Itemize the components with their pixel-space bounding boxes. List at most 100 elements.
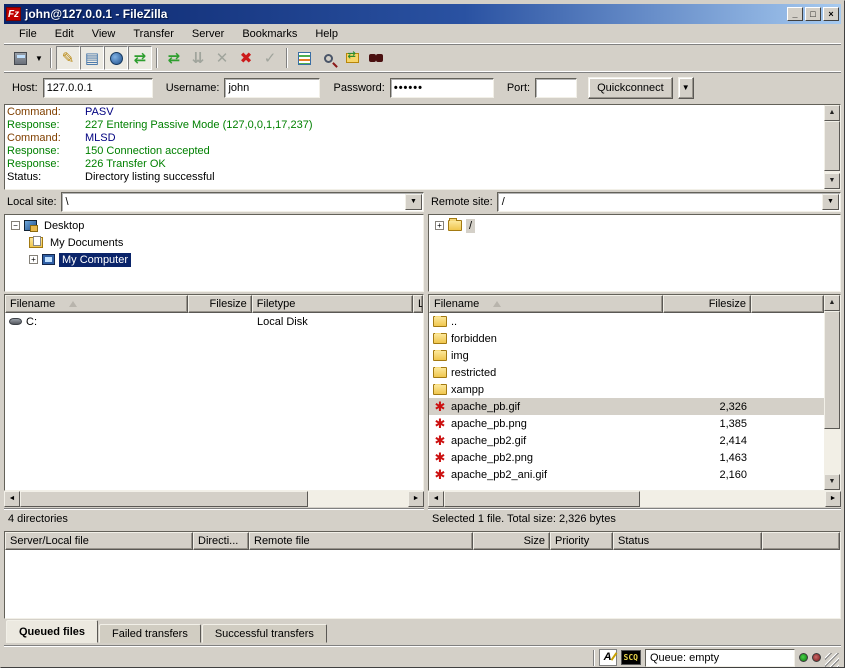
file-row[interactable]: restricted xyxy=(429,364,824,381)
column-remote-file[interactable]: Remote file xyxy=(249,532,473,550)
quickconnect-dropdown-icon[interactable]: ▼ xyxy=(678,77,694,99)
tree-item-root[interactable]: + / xyxy=(429,217,840,234)
file-row[interactable]: forbidden xyxy=(429,330,824,347)
column-priority[interactable]: Priority xyxy=(550,532,613,550)
directory-comparison-icon[interactable] xyxy=(292,46,316,70)
remote-vscrollbar[interactable]: ▲ ▼ xyxy=(824,295,840,490)
remote-hscrollbar[interactable]: ◄ ► xyxy=(428,491,841,507)
collapse-icon[interactable]: − xyxy=(11,221,20,230)
image-file-icon: ✱ xyxy=(433,452,447,463)
local-list-body[interactable]: C: Local Disk xyxy=(5,313,423,490)
file-row[interactable]: xampp xyxy=(429,381,824,398)
filter-icon[interactable] xyxy=(364,46,388,70)
expand-icon[interactable]: + xyxy=(29,255,38,264)
tab-queued-files[interactable]: Queued files xyxy=(6,620,98,643)
remote-site-combo[interactable]: / ▼ xyxy=(497,192,841,212)
scroll-down-icon[interactable]: ▼ xyxy=(824,474,840,490)
site-manager-dropdown-icon[interactable]: ▼ xyxy=(32,46,46,70)
column-filename[interactable]: Filename xyxy=(5,295,188,313)
resize-grip[interactable] xyxy=(825,653,839,667)
column-direction[interactable]: Directi... xyxy=(193,532,249,550)
process-queue-icon[interactable]: ⇊ xyxy=(186,46,210,70)
remote-list-body[interactable]: .. forbidden img restricted xampp ✱apach… xyxy=(429,313,824,490)
scroll-thumb[interactable] xyxy=(824,311,840,429)
tree-item-my-computer[interactable]: + My Computer xyxy=(5,251,423,268)
menu-bookmarks[interactable]: Bookmarks xyxy=(233,26,306,42)
statusbar-separator xyxy=(593,650,595,666)
tree-item-desktop[interactable]: − Desktop xyxy=(5,217,423,234)
scroll-thumb[interactable] xyxy=(20,491,308,507)
scroll-up-icon[interactable]: ▲ xyxy=(824,105,840,121)
quickconnect-button[interactable]: Quickconnect xyxy=(588,77,673,99)
scroll-right-icon[interactable]: ► xyxy=(408,491,424,507)
maximize-icon[interactable]: □ xyxy=(805,7,821,21)
file-row[interactable]: ✱apache_pb2_ani.gif2,160 xyxy=(429,466,824,483)
menu-edit[interactable]: Edit xyxy=(46,26,83,42)
cancel-operation-icon[interactable]: ✕ xyxy=(210,46,234,70)
column-filesize[interactable]: Filesize xyxy=(188,295,252,313)
transfer-type-ascii-icon[interactable]: A xyxy=(599,649,617,666)
scroll-left-icon[interactable]: ◄ xyxy=(428,491,444,507)
tab-successful-transfers[interactable]: Successful transfers xyxy=(202,624,327,643)
tab-failed-transfers[interactable]: Failed transfers xyxy=(99,624,201,643)
titlebar[interactable]: Fz john@127.0.0.1 - FileZilla _ □ × xyxy=(4,4,841,24)
local-file-list[interactable]: Filename Filesize Filetype L C: Local Di… xyxy=(4,294,424,491)
transfer-queue[interactable]: Server/Local file Directi... Remote file… xyxy=(4,531,841,619)
abort-icon[interactable]: ✓ xyxy=(258,46,282,70)
statusbar: A SCQ Queue: empty xyxy=(4,645,841,668)
minimize-icon[interactable]: _ xyxy=(787,7,803,21)
column-size[interactable]: Size xyxy=(473,532,550,550)
scroll-up-icon[interactable]: ▲ xyxy=(824,295,840,311)
menu-file[interactable]: File xyxy=(10,26,46,42)
toggle-message-log-icon[interactable]: ✎ xyxy=(56,46,80,70)
synchronized-browsing-icon[interactable] xyxy=(340,46,364,70)
file-row[interactable]: .. xyxy=(429,313,824,330)
scroll-down-icon[interactable]: ▼ xyxy=(824,173,840,189)
menu-server[interactable]: Server xyxy=(183,26,233,42)
site-manager-icon[interactable] xyxy=(8,46,32,70)
toggle-remote-tree-icon[interactable] xyxy=(104,46,128,70)
tree-item-my-documents[interactable]: My Documents xyxy=(5,234,423,251)
local-hscrollbar[interactable]: ◄ ► xyxy=(4,491,424,507)
file-row[interactable]: ✱apache_pb2.gif2,414 xyxy=(429,432,824,449)
log-scrollbar[interactable]: ▲ ▼ xyxy=(824,105,840,189)
column-filesize[interactable]: Filesize xyxy=(663,295,751,313)
disconnect-icon[interactable]: ✖ xyxy=(234,46,258,70)
find-files-icon[interactable] xyxy=(316,46,340,70)
file-row[interactable]: img xyxy=(429,347,824,364)
column-filetype[interactable]: Filetype xyxy=(252,295,413,313)
expand-icon[interactable]: + xyxy=(435,221,444,230)
username-input[interactable] xyxy=(224,78,320,98)
column-last-modified[interactable]: L xyxy=(413,295,423,313)
menu-transfer[interactable]: Transfer xyxy=(124,26,183,42)
scroll-thumb[interactable] xyxy=(824,121,840,171)
remote-tree[interactable]: + / xyxy=(428,214,841,292)
refresh-icon[interactable]: ⇄ xyxy=(162,46,186,70)
column-filename[interactable]: Filename xyxy=(429,295,663,313)
chevron-down-icon[interactable]: ▼ xyxy=(822,194,839,210)
password-input[interactable] xyxy=(390,78,494,98)
chevron-down-icon[interactable]: ▼ xyxy=(405,194,422,210)
column-status[interactable]: Status xyxy=(613,532,762,550)
toggle-local-tree-icon[interactable]: ▤ xyxy=(80,46,104,70)
speed-limit-badge[interactable]: SCQ xyxy=(621,650,641,665)
file-row[interactable]: ✱apache_pb.png1,385 xyxy=(429,415,824,432)
close-icon[interactable]: × xyxy=(823,7,839,21)
scroll-left-icon[interactable]: ◄ xyxy=(4,491,20,507)
menu-help[interactable]: Help xyxy=(306,26,347,42)
remote-file-list[interactable]: Filename Filesize .. forbidden img restr… xyxy=(428,294,841,491)
menu-view[interactable]: View xyxy=(83,26,125,42)
scroll-right-icon[interactable]: ► xyxy=(825,491,841,507)
local-tree[interactable]: − Desktop My Documents + My Computer xyxy=(4,214,424,292)
port-input[interactable] xyxy=(535,78,577,98)
scroll-thumb[interactable] xyxy=(444,491,640,507)
file-row-selected[interactable]: ✱apache_pb.gif2,326 xyxy=(429,398,824,415)
host-input[interactable] xyxy=(43,78,153,98)
toggle-transfer-queue-icon[interactable]: ⇄ xyxy=(128,46,152,70)
file-row-c-drive[interactable]: C: Local Disk xyxy=(5,313,423,330)
local-site-combo[interactable]: \ ▼ xyxy=(61,192,424,212)
message-log[interactable]: Command:PASV Response:227 Entering Passi… xyxy=(4,104,841,190)
queue-body[interactable] xyxy=(5,550,840,618)
column-server-local-file[interactable]: Server/Local file xyxy=(5,532,193,550)
file-row[interactable]: ✱apache_pb2.png1,463 xyxy=(429,449,824,466)
